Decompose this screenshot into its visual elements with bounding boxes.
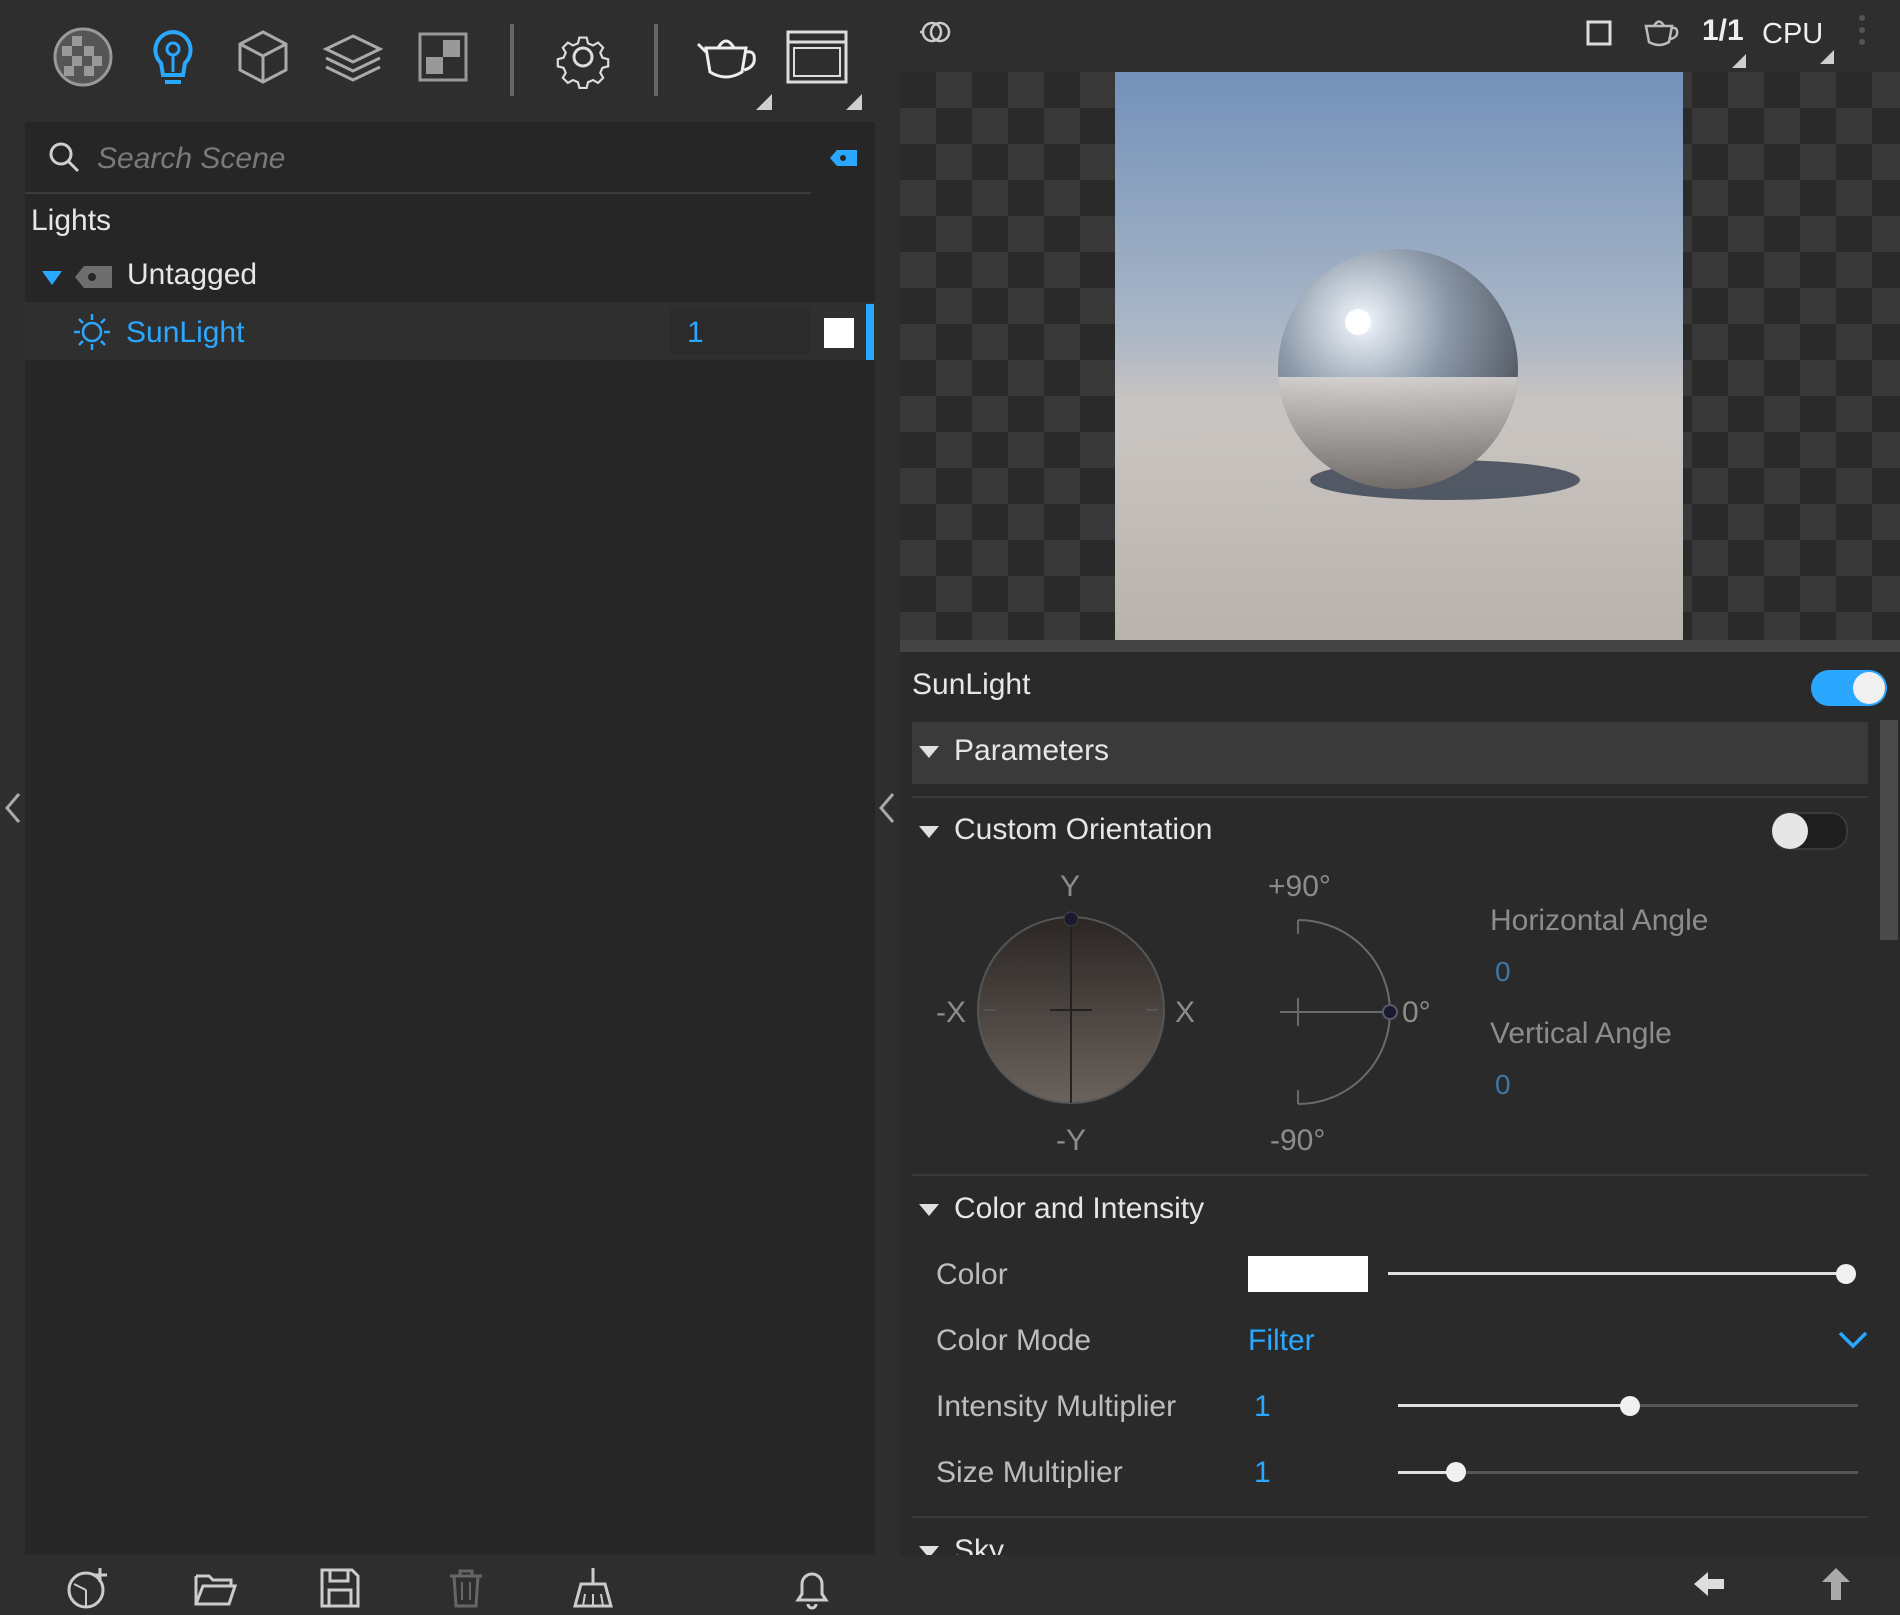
color-slider-track[interactable] [1388,1272,1848,1275]
dropdown-corner [756,94,772,110]
tag-icon [74,264,114,290]
axis-y-label: Y [1060,870,1081,903]
dropdown-corner [1732,54,1746,68]
color-mode-select[interactable]: Filter [1248,1324,1315,1358]
collapse-triangle-icon [919,1546,939,1555]
section-sky-title: Sky [954,1534,1005,1555]
intensity-value[interactable]: 1 [1254,1390,1271,1424]
custom-orientation-toggle[interactable] [1772,812,1848,850]
teapot-icon[interactable] [692,22,762,92]
light-name[interactable]: SunLight [126,316,244,350]
bell-icon[interactable] [790,1566,834,1610]
search-underline [25,192,811,194]
toolbar-separator [510,24,514,96]
layers-icon[interactable] [318,22,388,92]
collapse-left-icon[interactable] [4,792,22,824]
toggle-knob [1772,813,1808,849]
section-custom-orientation-title[interactable]: Custom Orientation [954,813,1212,847]
dropdown-corner [1820,50,1834,64]
cube-icon[interactable] [228,22,298,92]
orientation-globe [960,875,1200,1155]
collapse-triangle-icon[interactable] [919,826,939,838]
save-icon[interactable] [318,1566,362,1610]
collapse-triangle-icon [919,746,939,758]
lights-heading: Lights [31,204,112,237]
toggle-knob [1853,672,1885,704]
viewport-splitter[interactable] [900,640,1900,652]
texture-icon[interactable] [408,22,478,92]
section-sky[interactable]: Sky [900,1524,1900,1555]
main-toolbar [0,0,900,122]
properties-bottom-bar [900,1555,1900,1615]
elevation-min-label: -90° [1270,1124,1326,1157]
elevation-dial [1280,910,1400,1110]
size-slider-thumb[interactable] [1446,1462,1466,1482]
horizontal-angle-value[interactable]: 0 [1495,956,1511,988]
expand-triangle-icon[interactable] [41,270,63,286]
search-icon [47,140,83,176]
render-engine-icon[interactable] [918,16,954,48]
chevron-down-icon[interactable] [1838,1330,1868,1350]
intensity-label: Intensity Multiplier [936,1390,1177,1423]
trash-icon[interactable] [444,1566,488,1610]
search-bar [25,122,875,194]
horizontal-angle-label: Horizontal Angle [1490,904,1709,937]
gear-icon[interactable] [548,22,618,92]
collapse-triangle-icon[interactable] [919,1204,939,1216]
group-untagged[interactable]: Untagged [127,258,257,292]
viewport-header [900,0,1900,72]
object-name: SunLight [912,668,1031,701]
section-divider [912,796,1868,798]
material-ball-icon[interactable] [48,22,118,92]
arrow-left-icon[interactable] [1692,1568,1728,1600]
elevation-max-label: +90° [1268,870,1331,903]
section-divider [912,1174,1868,1176]
section-divider [912,1516,1868,1518]
intensity-slider-thumb[interactable] [1620,1396,1640,1416]
color-slider-thumb[interactable] [1836,1264,1856,1284]
color-swatch[interactable] [1248,1256,1368,1292]
collapse-outliner-icon[interactable] [878,792,896,824]
light-value: 1 [687,316,704,349]
section-color-intensity-title[interactable]: Color and Intensity [954,1192,1204,1226]
color-mode-label: Color Mode [936,1324,1092,1357]
axis-x-label: X [1175,996,1196,1029]
enable-toggle[interactable] [1811,670,1887,706]
render-preview [1115,72,1683,640]
light-bulb-icon[interactable] [138,22,208,92]
vertical-angle-label: Vertical Angle [1490,1017,1672,1050]
window-icon[interactable] [782,22,852,92]
resolution-label[interactable]: 1/1 [1702,14,1744,48]
size-slider-track[interactable] [1398,1471,1858,1474]
arrow-up-icon[interactable] [1820,1566,1852,1602]
sun-icon [72,312,112,352]
size-value[interactable]: 1 [1254,1456,1271,1490]
region-render-icon[interactable] [1586,20,1612,46]
dropdown-corner [846,94,862,110]
add-light-icon[interactable] [66,1566,110,1610]
properties-scrollbar[interactable] [1880,720,1898,940]
toolbar-separator [654,24,658,96]
axis-neg-x-label: -X [936,996,966,1029]
render-teapot-icon[interactable] [1640,16,1680,48]
search-input[interactable] [95,138,799,180]
intensity-slider-fill [1398,1404,1630,1407]
color-label: Color [936,1258,1008,1291]
folder-open-icon[interactable] [193,1566,237,1610]
broom-icon[interactable] [571,1566,615,1610]
elevation-zero-label: 0° [1402,996,1431,1029]
vertical-angle-value[interactable]: 0 [1495,1069,1511,1101]
light-color-swatch[interactable] [824,318,854,348]
tag-filter-icon[interactable] [829,148,859,168]
size-label: Size Multiplier [936,1456,1123,1489]
device-label[interactable]: CPU [1762,18,1823,51]
section-parameters-title: Parameters [954,734,1110,767]
selection-indicator [866,304,874,360]
axis-neg-y-label: -Y [1056,1124,1086,1157]
more-options-icon[interactable] [1858,14,1866,50]
